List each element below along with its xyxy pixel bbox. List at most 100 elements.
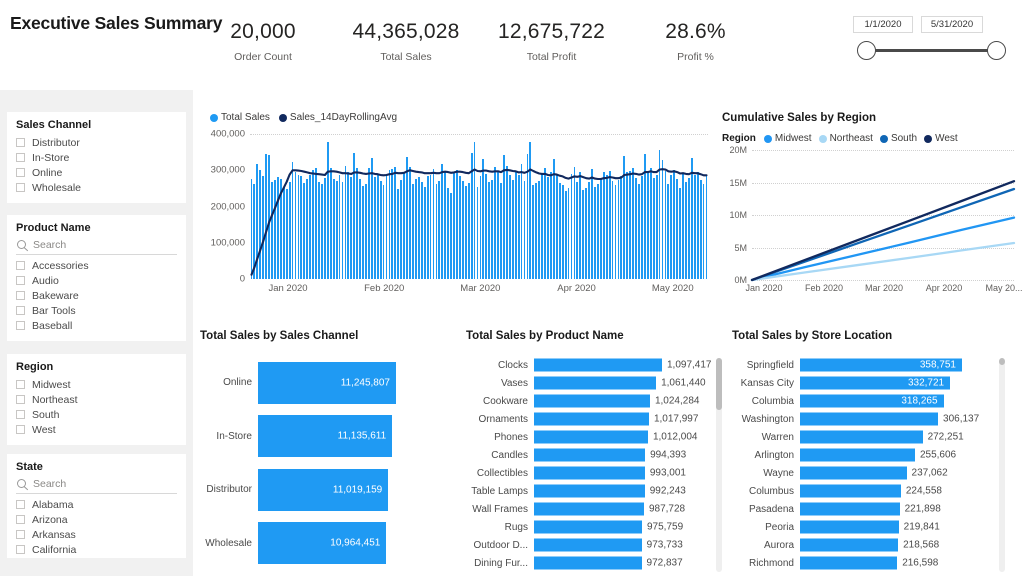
bar[interactable]	[800, 485, 901, 498]
chart-daily-sales-combo[interactable]: Total Sales Sales_14DayRollingAvg 0100,0…	[200, 112, 716, 312]
checkbox-icon[interactable]	[16, 500, 25, 509]
slicer-item-south[interactable]: South	[16, 407, 177, 422]
slicer-item-colorado[interactable]: Colorado	[16, 557, 177, 558]
legend-item-total-sales[interactable]: Total Sales	[210, 112, 270, 123]
checkbox-icon[interactable]	[16, 515, 25, 524]
store-scrollbar-thumb[interactable]	[999, 358, 1005, 365]
bar-row[interactable]: Aurora218,568	[732, 536, 1035, 554]
product-scrollbar-track[interactable]	[716, 358, 722, 572]
checkbox-icon[interactable]	[16, 425, 25, 434]
state-search-input[interactable]: Search	[16, 477, 177, 494]
bar[interactable]	[800, 413, 938, 426]
bar[interactable]	[534, 557, 642, 570]
checkbox-icon[interactable]	[16, 183, 25, 192]
chart-cumulative-sales-by-region[interactable]: Cumulative Sales by Region Region Midwes…	[722, 112, 1027, 312]
bar[interactable]	[800, 521, 899, 534]
slicer-item-arkansas[interactable]: Arkansas	[16, 527, 177, 542]
date-end-input[interactable]: 5/31/2020	[921, 16, 983, 33]
bar-row[interactable]: Phones1,012,004	[466, 428, 724, 446]
checkbox-icon[interactable]	[16, 276, 25, 285]
bar-row[interactable]: Wholesale10,964,451	[200, 517, 462, 571]
slicer-item-arizona[interactable]: Arizona	[16, 512, 177, 527]
checkbox-icon[interactable]	[16, 261, 25, 270]
bar-row[interactable]: Wayne237,062	[732, 464, 1035, 482]
bar-row[interactable]: In-Store11,135,611	[200, 410, 462, 464]
bar-row[interactable]: Warren272,251	[732, 428, 1035, 446]
bar-row[interactable]: Outdoor D...973,733	[466, 536, 724, 554]
checkbox-icon[interactable]	[16, 138, 25, 147]
legend-item-northeast[interactable]: Northeast	[819, 133, 873, 144]
slicer-item-distributor[interactable]: Distributor	[16, 135, 177, 150]
bar-row[interactable]: Columbus224,558	[732, 482, 1035, 500]
slicer-item-wholesale[interactable]: Wholesale	[16, 180, 177, 195]
bar[interactable]	[800, 557, 897, 570]
slicer-item-audio[interactable]: Audio	[16, 273, 177, 288]
checkbox-icon[interactable]	[16, 545, 25, 554]
bar-row[interactable]: Kansas City332,721	[732, 374, 1035, 392]
slicer-item-online[interactable]: Online	[16, 165, 177, 180]
bar-row[interactable]: Dining Fur...972,837	[466, 554, 724, 572]
bar-row[interactable]: Richmond216,598	[732, 554, 1035, 572]
bar[interactable]	[800, 539, 898, 552]
bar[interactable]	[534, 377, 656, 390]
checkbox-icon[interactable]	[16, 291, 25, 300]
bar-row[interactable]: Rugs975,759	[466, 518, 724, 536]
product-search-input[interactable]: Search	[16, 238, 177, 255]
slicer-item-bakeware[interactable]: Bakeware	[16, 288, 177, 303]
chart-total-sales-by-store-location[interactable]: Total Sales by Store Location Springfiel…	[732, 330, 1035, 576]
bar-row[interactable]: Springfield358,751	[732, 356, 1035, 374]
bar[interactable]	[534, 413, 649, 426]
store-scrollbar-track[interactable]	[999, 358, 1005, 572]
bar-row[interactable]: Ornaments1,017,997	[466, 410, 724, 428]
bar-row[interactable]: Clocks1,097,417	[466, 356, 724, 374]
legend-item-rolling-avg[interactable]: Sales_14DayRollingAvg	[279, 112, 397, 123]
bar-row[interactable]: Arlington255,606	[732, 446, 1035, 464]
date-range-slicer[interactable]: 1/1/2020 5/31/2020	[853, 16, 1013, 64]
bar-row[interactable]: Washington306,137	[732, 410, 1035, 428]
chart-total-sales-by-sales-channel[interactable]: Total Sales by Sales Channel Online11,24…	[200, 330, 462, 576]
slicer-item-in-store[interactable]: In-Store	[16, 150, 177, 165]
slicer-item-baseball[interactable]: Baseball	[16, 318, 177, 333]
bar[interactable]	[800, 431, 923, 444]
checkbox-icon[interactable]	[16, 321, 25, 330]
bar[interactable]	[534, 485, 645, 498]
bar-row[interactable]: Peoria219,841	[732, 518, 1035, 536]
slicer-item-west[interactable]: West	[16, 422, 177, 437]
checkbox-icon[interactable]	[16, 168, 25, 177]
bar-row[interactable]: Candles994,393	[466, 446, 724, 464]
bar-row[interactable]: Cookware1,024,284	[466, 392, 724, 410]
legend-item-midwest[interactable]: Midwest	[764, 133, 812, 144]
checkbox-icon[interactable]	[16, 380, 25, 389]
slicer-item-alabama[interactable]: Alabama	[16, 497, 177, 512]
slider-track[interactable]	[861, 49, 1001, 52]
checkbox-icon[interactable]	[16, 306, 25, 315]
bar[interactable]	[800, 467, 907, 480]
bar[interactable]	[534, 359, 662, 372]
bar-row[interactable]: Distributor11,019,159	[200, 463, 462, 517]
slider-handle-right[interactable]	[987, 41, 1006, 60]
bar[interactable]	[800, 449, 915, 462]
bar-row[interactable]: Vases1,061,440	[466, 374, 724, 392]
checkbox-icon[interactable]	[16, 153, 25, 162]
slicer-item-california[interactable]: California	[16, 542, 177, 557]
bar-row[interactable]: Online11,245,807	[200, 356, 462, 410]
slider-handle-left[interactable]	[857, 41, 876, 60]
bar[interactable]	[534, 503, 644, 516]
bar-row[interactable]: Table Lamps992,243	[466, 482, 724, 500]
legend-item-west[interactable]: West	[924, 133, 958, 144]
legend-item-south[interactable]: South	[880, 133, 917, 144]
bar-row[interactable]: Pasadena221,898	[732, 500, 1035, 518]
chart-total-sales-by-product-name[interactable]: Total Sales by Product Name Clocks1,097,…	[466, 330, 724, 576]
bar[interactable]	[534, 449, 645, 462]
bar-row[interactable]: Collectibles993,001	[466, 464, 724, 482]
checkbox-icon[interactable]	[16, 395, 25, 404]
slicer-item-northeast[interactable]: Northeast	[16, 392, 177, 407]
bar[interactable]	[534, 395, 650, 408]
slicer-item-accessories[interactable]: Accessories	[16, 258, 177, 273]
bar[interactable]	[534, 467, 645, 480]
slicer-item-midwest[interactable]: Midwest	[16, 377, 177, 392]
product-scrollbar-thumb[interactable]	[716, 358, 722, 410]
bar[interactable]	[534, 539, 642, 552]
checkbox-icon[interactable]	[16, 410, 25, 419]
bar[interactable]	[534, 431, 648, 444]
